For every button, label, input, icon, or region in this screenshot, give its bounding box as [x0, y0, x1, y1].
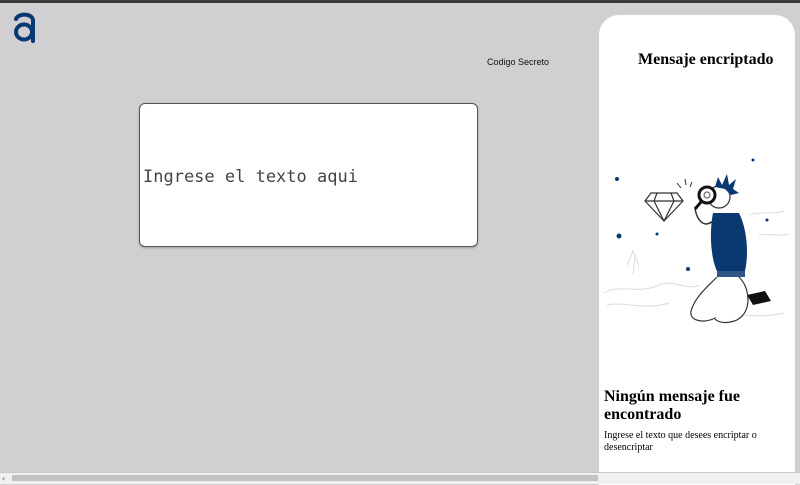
secret-code-label: Codigo Secreto: [487, 57, 550, 67]
message-input[interactable]: Ingrese el texto aqui: [139, 103, 478, 247]
output-title: Mensaje encriptado: [638, 51, 774, 68]
output-panel: Mensaje encriptado Ningún mensaje fue en…: [599, 15, 795, 485]
no-message-title: Ningún mensaje fue encontrado: [604, 388, 741, 423]
horizontal-scrollbar[interactable]: ‹: [0, 472, 800, 484]
window-top-border: [0, 0, 800, 3]
scroll-left-icon[interactable]: ‹: [2, 473, 5, 484]
scrollbar-thumb[interactable]: [12, 475, 598, 481]
letter-a-logo[interactable]: [12, 10, 38, 44]
no-message-description: Ingrese el texto que desees encriptar o …: [604, 430, 757, 453]
input-placeholder: Ingrese el texto aqui: [143, 167, 358, 187]
person-with-magnifier-illustration: [603, 158, 790, 324]
